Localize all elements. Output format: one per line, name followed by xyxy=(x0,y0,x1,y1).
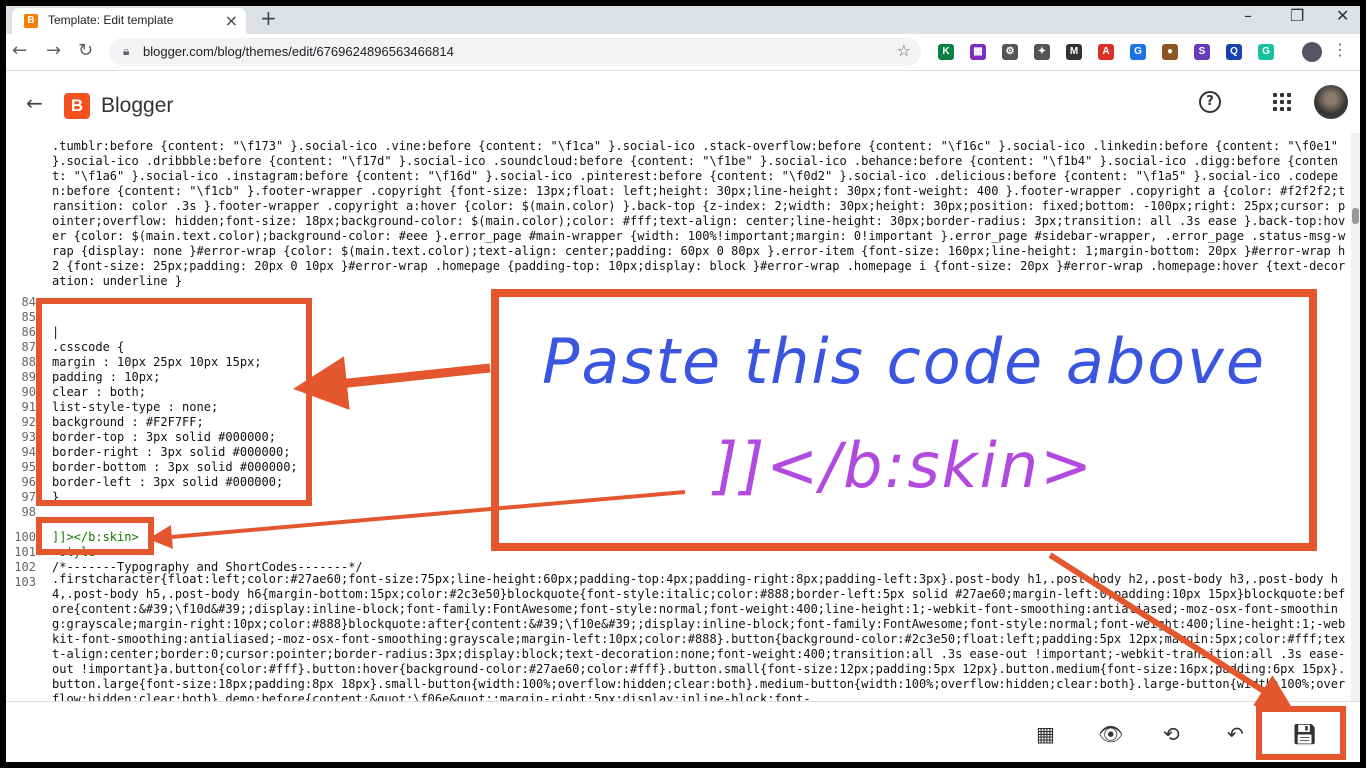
gear-extension-icon[interactable]: ⚙ xyxy=(1002,44,1018,60)
line-number: 95 xyxy=(21,460,36,474)
line-number: 103 xyxy=(14,575,36,589)
s-extension-icon[interactable]: S xyxy=(1194,44,1210,60)
app-name: Blogger xyxy=(101,94,174,117)
help-icon[interactable]: ? xyxy=(1199,91,1221,113)
line-number: 102 xyxy=(14,560,36,574)
line-number: 94 xyxy=(21,445,36,459)
q-extension-icon[interactable]: Q xyxy=(1226,44,1242,60)
grid-extension-icon[interactable]: ▦ xyxy=(970,44,986,60)
translate-extension-icon[interactable]: G xyxy=(1130,44,1146,60)
browser-menu-icon[interactable]: ⋮ xyxy=(1332,40,1348,59)
annotation-code-box xyxy=(36,298,312,506)
callout-line-1: Paste this code above xyxy=(541,325,1267,398)
line-number: 100 xyxy=(14,530,36,544)
lock-icon: 🔒︎ xyxy=(123,44,130,58)
back-arrow-icon[interactable]: ← xyxy=(26,91,43,115)
undo-icon[interactable]: ↶ xyxy=(1227,722,1244,746)
minimize-icon[interactable]: – xyxy=(1244,6,1252,25)
line-number: 91 xyxy=(21,400,36,414)
line-number: 97 xyxy=(21,490,36,504)
line-number: 101 xyxy=(14,545,36,559)
blogger-favicon-icon: B xyxy=(24,14,38,28)
reload-icon[interactable]: ↻ xyxy=(78,40,93,61)
line-number: 88 xyxy=(21,355,36,369)
puzzle-extension-icon[interactable]: ✦ xyxy=(1034,44,1050,60)
line-number: 86 xyxy=(21,325,36,339)
window-close-icon[interactable]: ✕ xyxy=(1336,6,1349,25)
tab-bar: B Template: Edit template × + – ❐ ✕ xyxy=(6,6,1360,34)
line-number: 90 xyxy=(21,385,36,399)
tab-close-icon[interactable]: × xyxy=(225,11,238,30)
new-tab-icon[interactable]: + xyxy=(260,6,277,30)
k-extension-icon[interactable]: K xyxy=(938,44,954,60)
widgets-icon[interactable]: ▦ xyxy=(1036,722,1055,746)
line-number: 92 xyxy=(21,415,36,429)
code-text-bottom[interactable]: .firstcharacter{float:left;color:#27ae60… xyxy=(52,572,1347,707)
grammarly-extension-icon[interactable]: G xyxy=(1258,44,1274,60)
code-text-top[interactable]: .tumblr:before {content: "\f173" }.socia… xyxy=(52,139,1347,289)
line-number: 85 xyxy=(21,310,36,324)
bookmark-star-icon[interactable]: ☆ xyxy=(897,41,911,60)
maximize-icon[interactable]: ❐ xyxy=(1290,6,1304,25)
blogger-header: ← B Blogger ? xyxy=(6,71,1360,133)
line-number: 93 xyxy=(21,430,36,444)
address-bar[interactable]: 🔒︎ blogger.com/blog/themes/edit/67696248… xyxy=(109,38,921,66)
scroll-thumb[interactable] xyxy=(1352,208,1359,224)
callout-line-2: ]]</b:skin> xyxy=(713,429,1095,502)
instruction-callout: Paste this code above ]]</b:skin> xyxy=(491,289,1317,551)
cookie-extension-icon[interactable]: ● xyxy=(1162,44,1178,60)
profile-icon[interactable] xyxy=(1302,42,1322,62)
m-extension-icon[interactable]: M xyxy=(1066,44,1082,60)
revert-icon[interactable]: ⟲ xyxy=(1163,722,1180,746)
line-number: 84 xyxy=(21,295,36,309)
line-number: 96 xyxy=(21,475,36,489)
line-number: 98 xyxy=(21,505,36,519)
avatar[interactable] xyxy=(1314,85,1348,119)
active-tab[interactable]: B Template: Edit template × xyxy=(12,8,246,34)
a-extension-icon[interactable]: A xyxy=(1098,44,1114,60)
blogger-logo-icon: B xyxy=(64,93,90,119)
editor-scrollbar[interactable] xyxy=(1351,133,1360,701)
editor-bottom-bar: ▦ 👁︎ ⟲ ↶ 💾︎ xyxy=(6,701,1360,762)
tab-title: Template: Edit template xyxy=(48,13,174,27)
line-number: 87 xyxy=(21,340,36,354)
annotation-save-box xyxy=(1256,706,1346,760)
preview-eye-icon[interactable]: 👁︎ xyxy=(1098,722,1123,746)
url-text[interactable]: blogger.com/blog/themes/edit/67696248965… xyxy=(143,44,454,59)
back-icon[interactable]: ← xyxy=(12,40,27,61)
forward-icon[interactable]: → xyxy=(46,40,61,61)
line-number: 89 xyxy=(21,370,36,384)
annotation-skin-box xyxy=(36,517,154,555)
apps-grid-icon[interactable] xyxy=(1273,93,1291,111)
browser-toolbar: ← → ↻ 🔒︎ blogger.com/blog/themes/edit/67… xyxy=(6,34,1360,71)
